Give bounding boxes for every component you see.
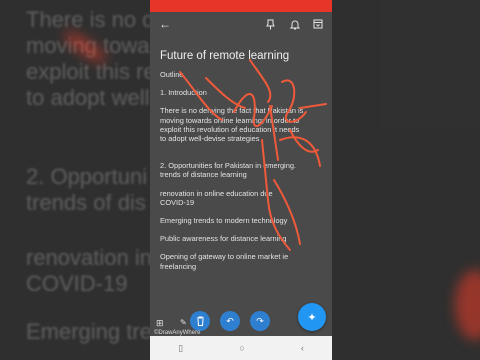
system-nav-bar: ▯ ○ ‹ <box>150 336 332 360</box>
back-icon[interactable]: ‹ <box>301 343 304 353</box>
recents-icon[interactable]: ▯ <box>178 343 183 354</box>
pen-icon: ✦ <box>307 311 317 324</box>
delete-button[interactable] <box>190 311 210 331</box>
redo-button[interactable]: ↷ <box>250 311 270 331</box>
phone-screen: ← Future of remote learning Outline 1. I… <box>150 0 332 360</box>
trash-icon <box>196 316 204 326</box>
redo-icon: ↷ <box>256 315 264 326</box>
brush-icon[interactable]: ✎ <box>180 318 187 327</box>
home-icon[interactable]: ○ <box>239 343 244 353</box>
watermark-text: ©DrawAnyWhere <box>154 330 201 336</box>
pen-button[interactable]: ✦ <box>298 303 326 331</box>
plus-box-icon[interactable]: ⊞ <box>156 318 164 329</box>
undo-icon: ↶ <box>226 315 234 326</box>
undo-button[interactable]: ↶ <box>220 311 240 331</box>
